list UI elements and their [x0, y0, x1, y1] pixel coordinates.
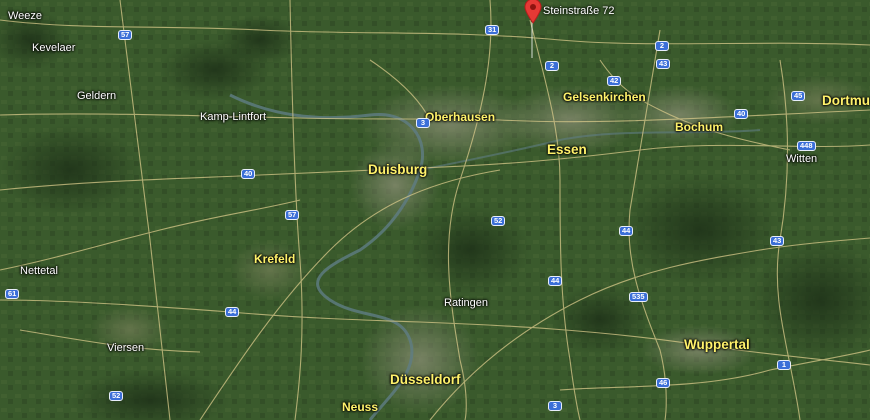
road-shield: 42 — [607, 76, 622, 86]
road-shield: 44 — [619, 226, 634, 236]
terrain-layer — [0, 0, 870, 420]
place-gelsenkirchen[interactable]: Gelsenkirchen — [563, 90, 646, 104]
place-ratingen[interactable]: Ratingen — [444, 297, 488, 309]
road-shield: 57 — [285, 210, 300, 220]
road-shield: 57 — [118, 30, 133, 40]
place-bochum[interactable]: Bochum — [675, 120, 723, 134]
place-kamp-lintfort[interactable]: Kamp-Lintfort — [200, 111, 266, 123]
road-shield: 52 — [491, 216, 506, 226]
place-weeze[interactable]: Weeze — [8, 10, 42, 22]
road-shield: 3 — [548, 401, 562, 411]
place-duisburg[interactable]: Duisburg — [368, 162, 427, 177]
road-shield: 44 — [548, 276, 563, 286]
place-viersen[interactable]: Viersen — [107, 342, 144, 354]
road-shield: 52 — [109, 391, 124, 401]
road-shield: 3 — [416, 118, 430, 128]
satellite-map[interactable]: Steinstraße 72 Weeze Kevelaer Geldern Ka… — [0, 0, 870, 420]
road-shield: 31 — [485, 25, 500, 35]
place-geldern[interactable]: Geldern — [77, 90, 116, 102]
road-shield: 40 — [241, 169, 256, 179]
place-essen[interactable]: Essen — [547, 142, 587, 157]
road-shield: 43 — [770, 236, 785, 246]
place-nettetal[interactable]: Nettetal — [20, 265, 58, 277]
road-shield: 1 — [777, 360, 791, 370]
place-krefeld[interactable]: Krefeld — [254, 252, 295, 266]
road-shield: 2 — [545, 61, 559, 71]
road-shield: 2 — [655, 41, 669, 51]
road-shield: 448 — [797, 141, 816, 151]
place-neuss[interactable]: Neuss — [342, 400, 378, 414]
road-shield: 44 — [225, 307, 240, 317]
road-shield: 45 — [791, 91, 806, 101]
place-duesseldorf[interactable]: Düsseldorf — [390, 372, 461, 387]
map-pin-icon[interactable] — [524, 0, 542, 24]
place-wuppertal[interactable]: Wuppertal — [684, 337, 750, 352]
road-shield: 40 — [734, 109, 749, 119]
place-witten[interactable]: Witten — [786, 153, 817, 165]
road-shield: 43 — [656, 59, 671, 69]
place-dortmund[interactable]: Dortmu — [822, 93, 870, 108]
marker-label: Steinstraße 72 — [543, 5, 615, 17]
road-shield: 535 — [629, 292, 648, 302]
place-kevelaer[interactable]: Kevelaer — [32, 42, 75, 54]
road-shield: 61 — [5, 289, 20, 299]
place-oberhausen[interactable]: Oberhausen — [425, 110, 495, 124]
road-shield: 46 — [656, 378, 671, 388]
